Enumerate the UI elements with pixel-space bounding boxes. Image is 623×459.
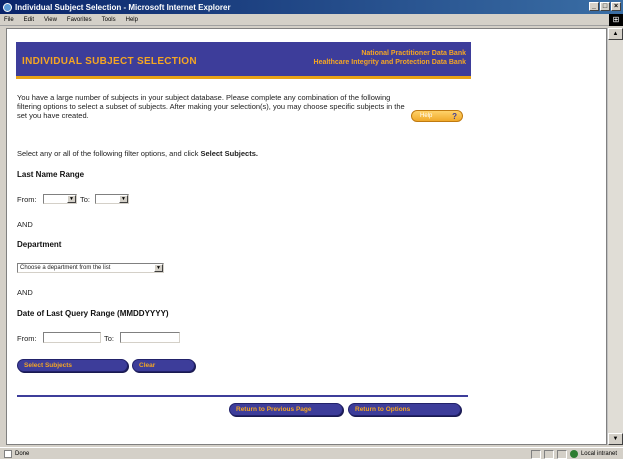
menu-favorites[interactable]: Favorites bbox=[67, 17, 92, 23]
menu-edit[interactable]: Edit bbox=[24, 17, 34, 23]
window-title: Individual Subject Selection - Microsoft… bbox=[15, 2, 231, 12]
window-title-bar: Individual Subject Selection - Microsoft… bbox=[0, 0, 623, 14]
instruction-prefix: Select any or all of the following filte… bbox=[17, 149, 201, 158]
instruction-text: Select any or all of the following filte… bbox=[17, 149, 258, 158]
help-button[interactable]: Help ? bbox=[411, 110, 463, 122]
instruction-emphasis: Select Subjects. bbox=[200, 149, 258, 158]
minimize-button[interactable]: _ bbox=[589, 2, 599, 11]
question-icon: ? bbox=[452, 112, 457, 121]
vertical-scrollbar[interactable]: ▲ ▼ bbox=[607, 28, 623, 445]
chevron-down-icon: ▼ bbox=[119, 195, 128, 203]
clear-button[interactable]: Clear bbox=[132, 359, 195, 372]
department-heading: Department bbox=[17, 240, 62, 249]
menu-bar: File Edit View Favorites Tools Help ⊞ bbox=[0, 14, 623, 26]
section-divider bbox=[17, 395, 468, 397]
page-content: INDIVIDUAL SUBJECT SELECTION National Pr… bbox=[6, 28, 607, 445]
menu-help[interactable]: Help bbox=[126, 17, 138, 23]
status-cell bbox=[556, 449, 567, 459]
org-name: National Practitioner Data Bank Healthca… bbox=[314, 49, 466, 67]
scroll-up-icon[interactable]: ▲ bbox=[608, 28, 623, 40]
menu-tools[interactable]: Tools bbox=[102, 17, 116, 23]
date-from-label: From: bbox=[17, 334, 37, 343]
status-cell bbox=[543, 449, 554, 459]
page-icon bbox=[4, 449, 12, 458]
and-separator-2: AND bbox=[17, 288, 33, 297]
status-text: Done bbox=[15, 450, 30, 457]
date-range-heading: Date of Last Query Range (MMDDYYYY) bbox=[17, 309, 169, 318]
return-previous-page-button[interactable]: Return to Previous Page bbox=[229, 403, 343, 416]
help-button-label: Help bbox=[420, 113, 433, 119]
zone-label: Local intranet bbox=[580, 451, 617, 457]
maximize-button[interactable]: □ bbox=[600, 2, 610, 11]
ie-icon bbox=[3, 2, 12, 12]
last-name-from-select[interactable]: ▼ bbox=[43, 194, 77, 204]
scroll-down-icon[interactable]: ▼ bbox=[608, 433, 623, 445]
menu-file[interactable]: File bbox=[4, 17, 14, 23]
intro-text: You have a large number of subjects in y… bbox=[17, 93, 405, 120]
page-title: INDIVIDUAL SUBJECT SELECTION bbox=[22, 56, 197, 67]
department-select[interactable]: Choose a department from the list ▼ bbox=[17, 263, 164, 273]
department-select-value: Choose a department from the list bbox=[20, 265, 111, 271]
select-subjects-button[interactable]: Select Subjects bbox=[17, 359, 128, 372]
org-line-1: National Practitioner Data Bank bbox=[361, 50, 466, 57]
chevron-down-icon: ▼ bbox=[67, 195, 76, 203]
page-header: INDIVIDUAL SUBJECT SELECTION National Pr… bbox=[16, 42, 471, 79]
status-bar: Done Local intranet bbox=[0, 447, 623, 459]
return-to-options-button[interactable]: Return to Options bbox=[348, 403, 461, 416]
last-name-to-label: To: bbox=[80, 195, 91, 204]
close-button[interactable]: × bbox=[611, 2, 621, 11]
last-name-from-label: From: bbox=[17, 195, 37, 204]
menu-view[interactable]: View bbox=[44, 17, 57, 23]
last-name-to-select[interactable]: ▼ bbox=[95, 194, 129, 204]
date-from-input[interactable] bbox=[43, 332, 101, 343]
date-to-label: To: bbox=[104, 334, 115, 343]
globe-icon bbox=[569, 450, 578, 458]
window-controls: _ □ × bbox=[589, 2, 621, 11]
status-cell bbox=[530, 449, 541, 459]
status-zone: Local intranet bbox=[530, 449, 617, 459]
org-line-2: Healthcare Integrity and Protection Data… bbox=[313, 59, 466, 66]
and-separator-1: AND bbox=[17, 220, 33, 229]
date-to-input[interactable] bbox=[120, 332, 180, 343]
chevron-down-icon: ▼ bbox=[154, 264, 163, 272]
last-name-heading: Last Name Range bbox=[17, 170, 85, 179]
windows-logo-icon: ⊞ bbox=[609, 14, 623, 26]
